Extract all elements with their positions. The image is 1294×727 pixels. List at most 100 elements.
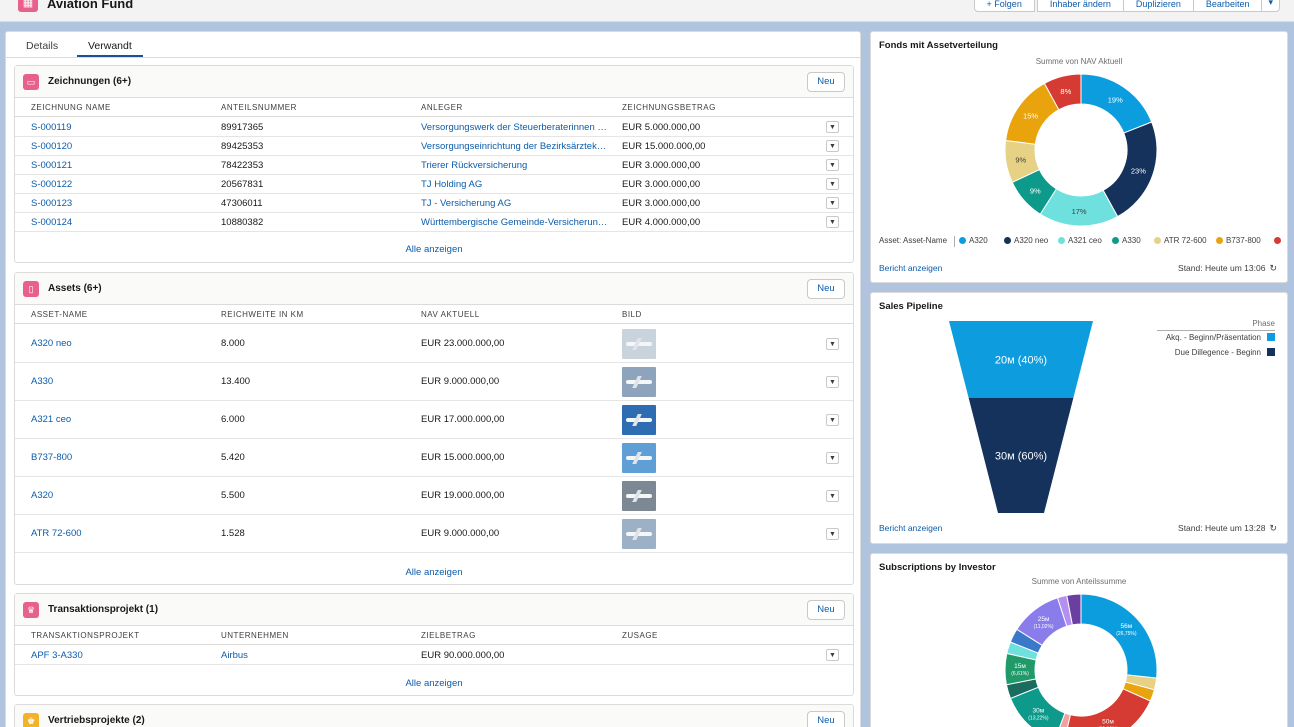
new-subscription-button[interactable]: Neu bbox=[807, 72, 845, 92]
more-actions-button[interactable]: ▾ bbox=[1261, 0, 1280, 12]
row-actions-icon[interactable]: ▼ bbox=[826, 414, 839, 426]
investor-link[interactable]: Trierer Rückversicherung bbox=[421, 160, 611, 171]
asset-name-link[interactable]: B737-800 bbox=[31, 452, 72, 463]
legend-text: B737-800 bbox=[1226, 236, 1261, 245]
legend-item[interactable]: Emb bbox=[1274, 236, 1283, 245]
column-header[interactable]: ZUSAGE bbox=[622, 631, 658, 640]
row-actions-icon[interactable]: ▼ bbox=[826, 197, 839, 209]
row-actions-icon[interactable]: ▼ bbox=[826, 490, 839, 502]
row-actions-icon[interactable]: ▼ bbox=[826, 216, 839, 228]
fund-record-icon: ▦ bbox=[18, 0, 38, 12]
aircraft-image bbox=[622, 405, 656, 435]
asset-name-link[interactable]: A321 ceo bbox=[31, 414, 71, 425]
card-title[interactable]: Vertriebsprojekte (2) bbox=[48, 715, 145, 726]
legend-item[interactable]: A320 bbox=[959, 236, 988, 245]
edit-button[interactable]: Bearbeiten bbox=[1192, 0, 1263, 12]
column-header[interactable]: ZIELBETRAG bbox=[421, 631, 476, 640]
card-title[interactable]: Assets (6+) bbox=[48, 283, 102, 294]
slice-label: 9% bbox=[1015, 156, 1026, 165]
subscription-amount: EUR 15.000.000,00 bbox=[622, 141, 706, 152]
column-header[interactable]: ANLEGER bbox=[421, 103, 463, 112]
row-actions-icon[interactable]: ▼ bbox=[826, 452, 839, 464]
asset-name-link[interactable]: A330 bbox=[31, 376, 53, 387]
view-report-link[interactable]: Bericht anzeigen bbox=[879, 523, 942, 533]
aircraft-image bbox=[622, 443, 656, 473]
card-header: ▯ Assets (6+) Neu bbox=[15, 273, 853, 305]
legend-item[interactable]: A320 neo bbox=[1004, 236, 1048, 245]
follow-button[interactable]: + Folgen bbox=[973, 0, 1035, 12]
refresh-icon[interactable]: ↻ bbox=[1269, 523, 1277, 534]
asset-nav: EUR 9.000.000,00 bbox=[421, 376, 500, 387]
column-header[interactable]: NAV AKTUELL bbox=[421, 310, 480, 319]
card-header: ♛ Transaktionsprojekt (1) Neu bbox=[15, 594, 853, 626]
investor-link[interactable]: Versorgungseinrichtung der Bezirksärztek… bbox=[421, 141, 611, 152]
tab-related[interactable]: Verwandt bbox=[77, 40, 143, 57]
new-sales-project-button[interactable]: Neu bbox=[807, 711, 845, 727]
investor-link[interactable]: Württembergische Gemeinde-Versicherung a… bbox=[421, 217, 611, 228]
column-header[interactable]: ZEICHNUNG NAME bbox=[31, 103, 111, 112]
target-amount: EUR 90.000.000,00 bbox=[421, 650, 505, 661]
column-header[interactable]: ZEICHNUNGSBETRAG bbox=[622, 103, 716, 112]
legend-item[interactable]: ATR 72-600 bbox=[1154, 236, 1207, 245]
card-title[interactable]: Zeichnungen (6+) bbox=[48, 76, 131, 87]
row-actions-icon[interactable]: ▼ bbox=[826, 178, 839, 190]
project-name-link[interactable]: APF 3-A330 bbox=[31, 650, 83, 661]
column-header[interactable]: REICHWEITE IN KM bbox=[221, 310, 304, 319]
investor-link[interactable]: TJ - Versicherung AG bbox=[421, 198, 611, 209]
legend-text: A330 bbox=[1122, 236, 1141, 245]
view-all-projects-link[interactable]: Alle anzeigen bbox=[15, 678, 853, 689]
chart-subtitle: Summe von Anteilssumme bbox=[1031, 577, 1127, 586]
row-actions-icon[interactable]: ▼ bbox=[826, 649, 839, 661]
related-panel: Details Verwandt ▭ Zeichnungen (6+) Neu … bbox=[5, 31, 861, 727]
table-row: S-000119 89917365 Versorgungswerk der Steu… bbox=[15, 118, 853, 137]
investor-link[interactable]: Versorgungswerk der Steuerberaterinnen u… bbox=[421, 122, 611, 133]
column-header[interactable]: ANTEILSNUMMER bbox=[221, 103, 297, 112]
change-owner-button[interactable]: Inhaber ändern bbox=[1036, 0, 1124, 12]
column-header[interactable]: TRANSAKTIONSPROJEKT bbox=[31, 631, 140, 640]
column-header[interactable]: UNTERNEHMEN bbox=[221, 631, 289, 640]
sales-projects-card: ♚ Vertriebsprojekte (2) Neu bbox=[14, 704, 854, 727]
tab-details[interactable]: Details bbox=[26, 40, 58, 52]
subscription-name-link[interactable]: S-000120 bbox=[31, 141, 72, 152]
aircraft-image bbox=[622, 367, 656, 397]
company-link[interactable]: Airbus bbox=[221, 650, 248, 661]
legend-text: A321 ceo bbox=[1068, 236, 1102, 245]
aircraft-image bbox=[622, 481, 656, 511]
legend-item[interactable]: A321 ceo bbox=[1058, 236, 1102, 245]
slice-label: 15м bbox=[1014, 663, 1026, 670]
legend-item[interactable]: Akq. - Beginn/Präsentation bbox=[1166, 333, 1275, 342]
subscription-name-link[interactable]: S-000124 bbox=[31, 217, 72, 228]
card-title[interactable]: Transaktionsprojekt (1) bbox=[48, 604, 158, 615]
view-all-assets-link[interactable]: Alle anzeigen bbox=[15, 567, 853, 578]
asset-name-link[interactable]: A320 bbox=[31, 490, 53, 501]
row-actions-icon[interactable]: ▼ bbox=[826, 121, 839, 133]
column-header[interactable]: ASSET-NAME bbox=[31, 310, 88, 319]
legend-item[interactable]: Due Dillegence - Beginn bbox=[1175, 348, 1275, 357]
legend-swatch bbox=[959, 237, 966, 244]
pipeline-funnel-chart[interactable]: 20м (40%) 30м (60%) bbox=[941, 319, 1101, 517]
row-actions-icon[interactable]: ▼ bbox=[826, 376, 839, 388]
subscription-name-link[interactable]: S-000123 bbox=[31, 198, 72, 209]
investor-link[interactable]: TJ Holding AG bbox=[421, 179, 611, 190]
view-report-link[interactable]: Bericht anzeigen bbox=[879, 263, 942, 273]
new-project-button[interactable]: Neu bbox=[807, 600, 845, 620]
fund-donut-chart[interactable]: 19% 23% 17% 9% 9% 15% 8% bbox=[1001, 70, 1161, 230]
row-actions-icon[interactable]: ▼ bbox=[826, 528, 839, 540]
asset-name-link[interactable]: ATR 72-600 bbox=[31, 528, 82, 539]
column-header[interactable]: BILD bbox=[622, 310, 642, 319]
legend-item[interactable]: B737-800 bbox=[1216, 236, 1261, 245]
asset-icon: ▯ bbox=[23, 281, 39, 297]
subscription-name-link[interactable]: S-000119 bbox=[31, 122, 72, 133]
row-actions-icon[interactable]: ▼ bbox=[826, 159, 839, 171]
subscription-name-link[interactable]: S-000121 bbox=[31, 160, 72, 171]
asset-name-link[interactable]: A320 neo bbox=[31, 338, 72, 349]
row-actions-icon[interactable]: ▼ bbox=[826, 338, 839, 350]
row-actions-icon[interactable]: ▼ bbox=[826, 140, 839, 152]
legend-item[interactable]: A330 bbox=[1112, 236, 1141, 245]
view-all-subscriptions-link[interactable]: Alle anzeigen bbox=[15, 244, 853, 255]
duplicate-button[interactable]: Duplizieren bbox=[1122, 0, 1194, 12]
investor-donut-chart[interactable]: 56м(26,75%)50м(22,00%)30м(13,22%)15м(6,6… bbox=[1001, 590, 1161, 727]
subscription-name-link[interactable]: S-000122 bbox=[31, 179, 72, 190]
refresh-icon[interactable]: ↻ bbox=[1269, 263, 1277, 274]
new-asset-button[interactable]: Neu bbox=[807, 279, 845, 299]
